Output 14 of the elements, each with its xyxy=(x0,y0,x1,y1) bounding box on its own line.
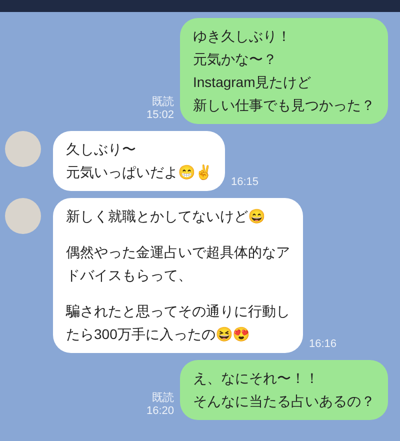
avatar-placeholder[interactable] xyxy=(5,198,41,234)
message-time: 16:20 xyxy=(146,405,174,418)
read-receipt: 既読 xyxy=(152,392,174,405)
message-text: 偶然やった金運占いで超具体的なア ドバイスもらって、 xyxy=(66,243,290,285)
avatar-placeholder[interactable] xyxy=(5,131,41,167)
message-time: 16:16 xyxy=(309,338,337,351)
message-time: 15:02 xyxy=(146,109,174,122)
message-text: え、なにそれ〜！！ そんなに当たる占いあるの？ xyxy=(193,369,375,411)
message-text: ゆき久しぶり！ 元気かな〜？ Instagram見たけど 新しい仕事でも見つかった？ xyxy=(193,27,375,115)
message-time: 16:15 xyxy=(231,176,259,189)
message-text: 久しぶり〜 元気いっぱいだよ😁✌ xyxy=(66,140,212,182)
message-text: 新しく就職とかしてないけど😄 xyxy=(66,207,266,226)
message-text: 騙されたと思ってその通りに行動し たら300万手に入ったの😆😍 xyxy=(66,302,290,344)
read-receipt: 既読 xyxy=(152,96,174,109)
